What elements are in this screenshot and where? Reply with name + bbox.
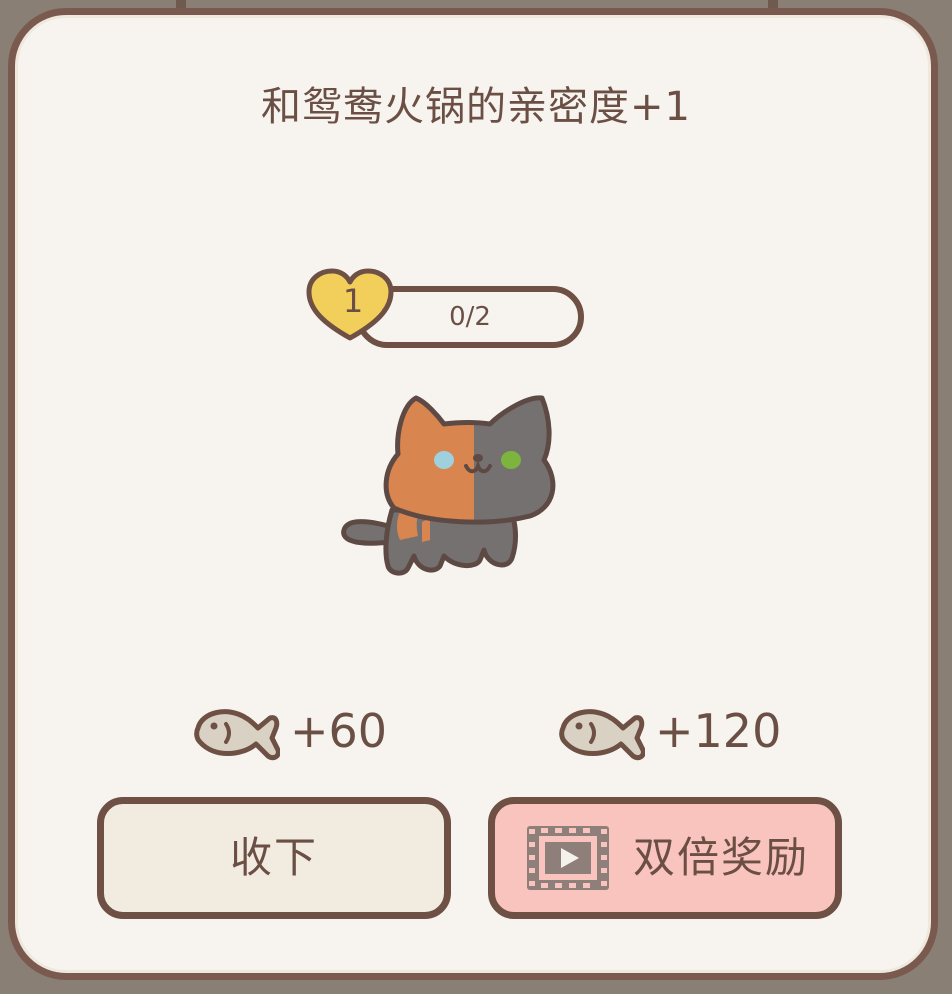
- accept-button-label: 收下: [229, 833, 318, 882]
- accept-button[interactable]: 收下: [97, 797, 451, 919]
- fish-icon: [194, 709, 280, 761]
- cat-illustration: [341, 395, 556, 576]
- double-reward-button[interactable]: 双倍奖励: [488, 797, 842, 919]
- video-film-icon: [527, 826, 609, 890]
- affection-level: 1: [342, 282, 364, 320]
- reward-double-value: +120: [655, 704, 782, 758]
- double-reward-button-label: 双倍奖励: [633, 833, 810, 882]
- fish-icon: [559, 709, 645, 761]
- reward-single-value: +60: [290, 704, 388, 758]
- dialog-title: 和鸳鸯火锅的亲密度+1: [261, 84, 691, 130]
